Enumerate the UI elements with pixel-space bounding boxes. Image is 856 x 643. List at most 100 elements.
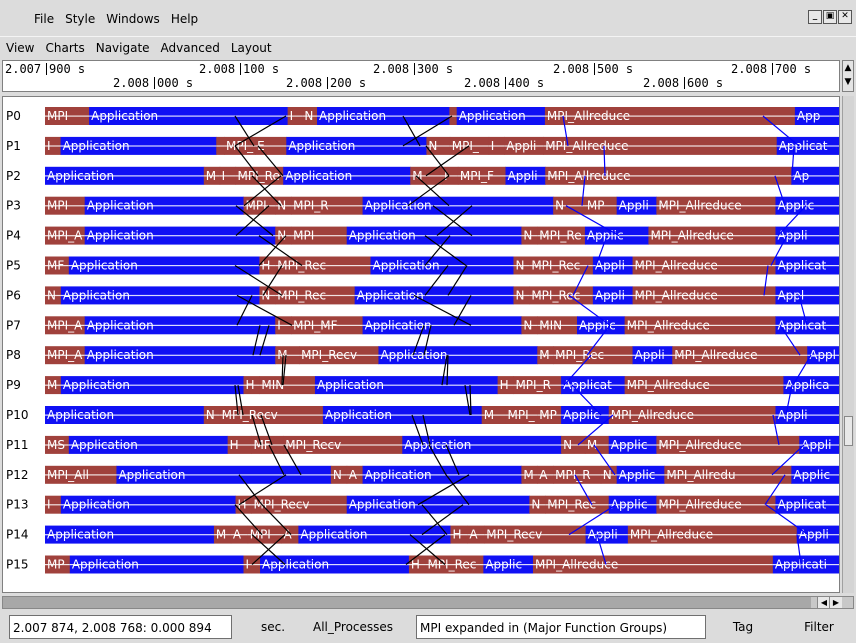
segment-label: Application — [91, 109, 158, 123]
segment-label: N — [523, 229, 532, 243]
axis-label-top: 2.007 — [5, 62, 42, 76]
segment-label: MPI_A — [47, 348, 83, 362]
menu-help[interactable]: Help — [171, 12, 198, 26]
segment-label: M — [587, 438, 597, 452]
axis-label-top: 2.008 — [373, 62, 410, 76]
segment-label: MS — [47, 438, 65, 452]
segment-label: M — [47, 378, 57, 392]
segment-label: I — [290, 109, 294, 123]
timeline-svg: P0 MPI Application I N Application Application… — [6, 107, 839, 574]
process-group-selector[interactable]: All_Processes — [310, 615, 414, 639]
menu-layout[interactable]: Layout — [231, 41, 272, 55]
horizontal-scrollbar[interactable]: ◀ ▶ — [2, 596, 854, 609]
segment-label: N — [304, 109, 313, 123]
segment-label: N — [515, 259, 524, 273]
process-label: P7 — [6, 318, 21, 332]
close-button[interactable]: ✕ — [838, 10, 852, 24]
vertical-scrollbar[interactable] — [842, 96, 854, 593]
cursor-coordinates: 2.007 874, 2.008 768: 0.000 894 — [9, 615, 232, 639]
segment-label: H — [246, 378, 255, 392]
segment-label: MP — [587, 199, 605, 213]
axis-tick-mark — [327, 77, 328, 89]
menu-view[interactable]: View — [6, 41, 34, 55]
vertical-scroll-thumb[interactable] — [844, 416, 853, 446]
segment-label: MPI_Recv — [285, 438, 341, 452]
menu-navigate[interactable]: Navigate — [96, 41, 150, 55]
segment-label: Appli — [799, 528, 829, 542]
segment-label: I — [222, 169, 226, 183]
tag-button[interactable]: Tag — [712, 615, 774, 639]
menu-windows[interactable]: Windows — [106, 12, 160, 26]
time-unit[interactable]: sec. — [248, 615, 298, 639]
segment-label: MPI_Rec — [277, 288, 326, 302]
view-mode-field[interactable]: MPI expanded in (Major Function Groups) — [416, 615, 706, 639]
segment-label: M — [216, 528, 226, 542]
minimize-button[interactable]: _ — [808, 10, 822, 24]
segment-label: A — [349, 468, 358, 482]
time-axis-ruler: 2.007 900 s 2.008 100 s 2.008 300 s 2.00… — [2, 60, 840, 92]
segment-label: Appli — [506, 139, 536, 153]
segment-label: Application — [349, 498, 416, 512]
menu-advanced[interactable]: Advanced — [161, 41, 220, 55]
axis-label-bottom: 2.008 — [286, 76, 323, 90]
main-menu-bar: File Style Windows Help — [0, 8, 856, 30]
axis-tick-mark — [154, 77, 155, 89]
segment-label: Applic — [793, 468, 830, 482]
segment-label: Application — [317, 378, 384, 392]
segment-label: MPI_Re — [539, 229, 581, 243]
menu-file[interactable]: File — [34, 12, 54, 26]
axis-label-bottom: 400 s — [508, 76, 545, 90]
segment-label: MPI_A — [47, 318, 83, 332]
spin-up-icon[interactable]: ▲ — [843, 61, 853, 75]
axis-label-top: 2.008 — [731, 62, 768, 76]
segment-label: Application — [459, 109, 526, 123]
vampir-window: File Style Windows Help _ ▣ ✕ View Chart… — [0, 0, 856, 643]
menu-style[interactable]: Style — [65, 12, 95, 26]
axis-label-top: 300 s — [417, 62, 454, 76]
timeline-chart[interactable]: P0 MPI Application I N Application Application… — [2, 96, 840, 593]
axis-label-bottom: 200 s — [330, 76, 367, 90]
segment-label: Appli — [588, 528, 618, 542]
horizontal-scroll-thumb[interactable] — [3, 597, 811, 608]
process-label: P6 — [6, 288, 21, 302]
segment-label: Application — [300, 528, 367, 542]
segment-label: MPI_MF — [293, 318, 337, 332]
axis-label-bottom: 2.008 — [113, 76, 150, 90]
segment-label: MPI_Allreduce — [547, 109, 630, 123]
segment-label: Applic — [485, 558, 522, 572]
segment-separator-line[interactable] — [216, 145, 225, 147]
segment-label: Application — [404, 438, 471, 452]
segment-label: Application — [262, 558, 329, 572]
axis-tick-mark — [505, 77, 506, 89]
segment-label: N — [563, 438, 572, 452]
segment-label: Applicat — [777, 259, 826, 273]
axis-label-bottom: 2.008 — [464, 76, 501, 90]
segment-label: H — [230, 438, 239, 452]
segment-label: Application — [288, 139, 355, 153]
axis-label-bottom: 2.008 — [643, 76, 680, 90]
maximize-button[interactable]: ▣ — [823, 10, 837, 24]
segment-label: MPI_Allreduce — [650, 229, 733, 243]
process-label: P14 — [6, 528, 29, 542]
segment-label: MPI_ — [508, 408, 536, 422]
segment-label: MPI_Allreduce — [658, 438, 741, 452]
segment-label: MPI_ — [226, 139, 254, 153]
segment-label: MPI — [250, 528, 271, 542]
process-label: P8 — [6, 348, 21, 362]
segment-label: Applic — [579, 318, 616, 332]
scroll-right-icon[interactable]: ▶ — [829, 597, 842, 608]
spin-down-icon[interactable]: ▼ — [843, 75, 853, 89]
filter-button[interactable]: Filter — [782, 615, 856, 639]
process-label: P2 — [6, 169, 21, 183]
menu-charts[interactable]: Charts — [45, 41, 84, 55]
segment-label: N — [47, 288, 56, 302]
axis-label-top: 2.008 — [553, 62, 590, 76]
segment-label: MPI_Allreduce — [635, 259, 718, 273]
segment-label: MPI_Allreduce — [627, 318, 710, 332]
segment-label: Application — [319, 109, 386, 123]
segment-label: I — [491, 139, 495, 153]
segment-label: N — [523, 318, 532, 332]
segment-label: N — [206, 408, 215, 422]
axis-spin-control[interactable]: ▲ ▼ — [842, 60, 854, 92]
process-label: P9 — [6, 378, 21, 392]
